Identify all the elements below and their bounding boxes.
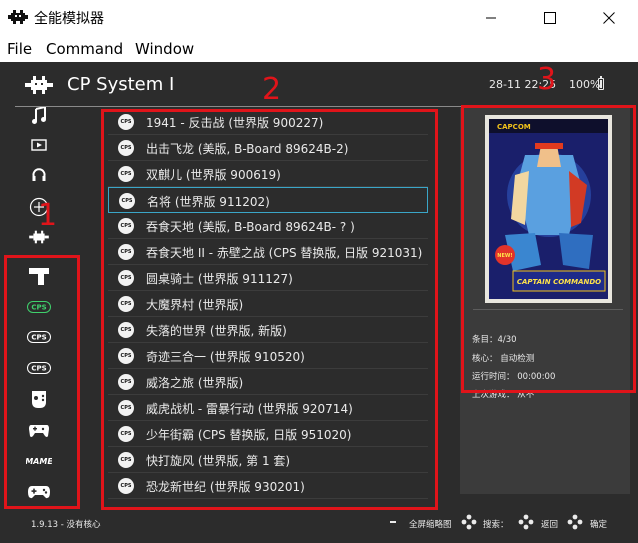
menu-window[interactable]: Window <box>135 40 194 58</box>
battery-icon <box>598 76 604 90</box>
battery-level: 100% <box>569 78 601 91</box>
page-title: CP System I <box>67 74 175 95</box>
version-text: 1.9.13 - 没有核心 <box>31 520 101 530</box>
history-icon[interactable] <box>24 165 54 187</box>
video-icon[interactable] <box>24 134 54 156</box>
confirm-label[interactable]: 确定 <box>590 518 607 530</box>
retroarch-logo-icon <box>25 76 53 94</box>
minimize-button[interactable] <box>468 0 514 36</box>
annotation-label-1: 1 <box>38 198 58 233</box>
maximize-icon <box>544 12 556 24</box>
dpad-icon <box>567 514 583 530</box>
dpad-icon <box>518 514 534 530</box>
fullscreen-thumbnail-label[interactable]: 全屏缩略图 <box>409 518 452 530</box>
search-label[interactable]: 搜索： <box>483 518 509 530</box>
back-label[interactable]: 返回 <box>541 518 558 530</box>
annotation-label-2: 2 <box>262 72 282 107</box>
dash-icon <box>390 521 396 523</box>
window-title: 全能模拟器 <box>34 11 104 27</box>
annotation-label-3: 3 <box>537 62 557 97</box>
annotation-box-3 <box>461 105 636 393</box>
maximize-button[interactable] <box>527 0 573 36</box>
app-icon <box>8 10 28 24</box>
annotation-box-1 <box>4 255 80 509</box>
close-button[interactable] <box>586 0 632 36</box>
annotation-box-2 <box>101 109 438 510</box>
close-icon <box>603 12 615 24</box>
dpad-icon <box>461 514 477 530</box>
menu-file[interactable]: File <box>7 40 32 58</box>
window-titlebar: 全能模拟器 <box>0 0 638 36</box>
menu-command[interactable]: Command <box>46 40 123 58</box>
music-icon[interactable] <box>24 105 54 127</box>
minimize-icon <box>486 17 496 19</box>
menu-bar: File Command Window <box>0 36 638 62</box>
